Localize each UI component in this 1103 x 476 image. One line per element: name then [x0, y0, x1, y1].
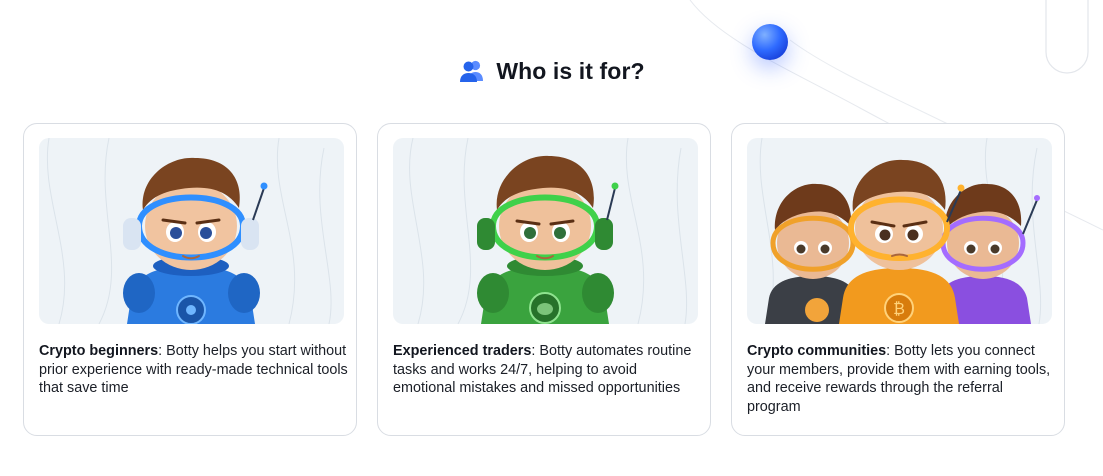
section-title: Who is it for?	[496, 57, 645, 84]
users-icon	[458, 57, 486, 85]
group-of-astronaut-boys-illustration: ₿	[747, 138, 1052, 324]
card-title: Crypto communities	[747, 343, 887, 359]
section-header: Who is it for?	[0, 54, 1103, 88]
card-title: Experienced traders	[393, 343, 532, 359]
blue-astronaut-boy-illustration	[39, 138, 344, 324]
audience-card-traders: Experienced traders: Botty automates rou…	[377, 123, 711, 436]
card-description: Experienced traders: Botty automates rou…	[393, 342, 703, 398]
card-description: Crypto beginners: Botty helps you start …	[39, 342, 349, 398]
green-astronaut-boy-illustration	[393, 138, 698, 324]
card-title: Crypto beginners	[39, 343, 159, 359]
audience-card-communities: ₿ Crypto communities: Botty lets you con…	[731, 123, 1065, 436]
card-description: Crypto communities: Botty lets you conne…	[747, 342, 1057, 416]
svg-text:₿: ₿	[893, 299, 905, 318]
audience-card-beginners: Crypto beginners: Botty helps you start …	[23, 123, 357, 436]
